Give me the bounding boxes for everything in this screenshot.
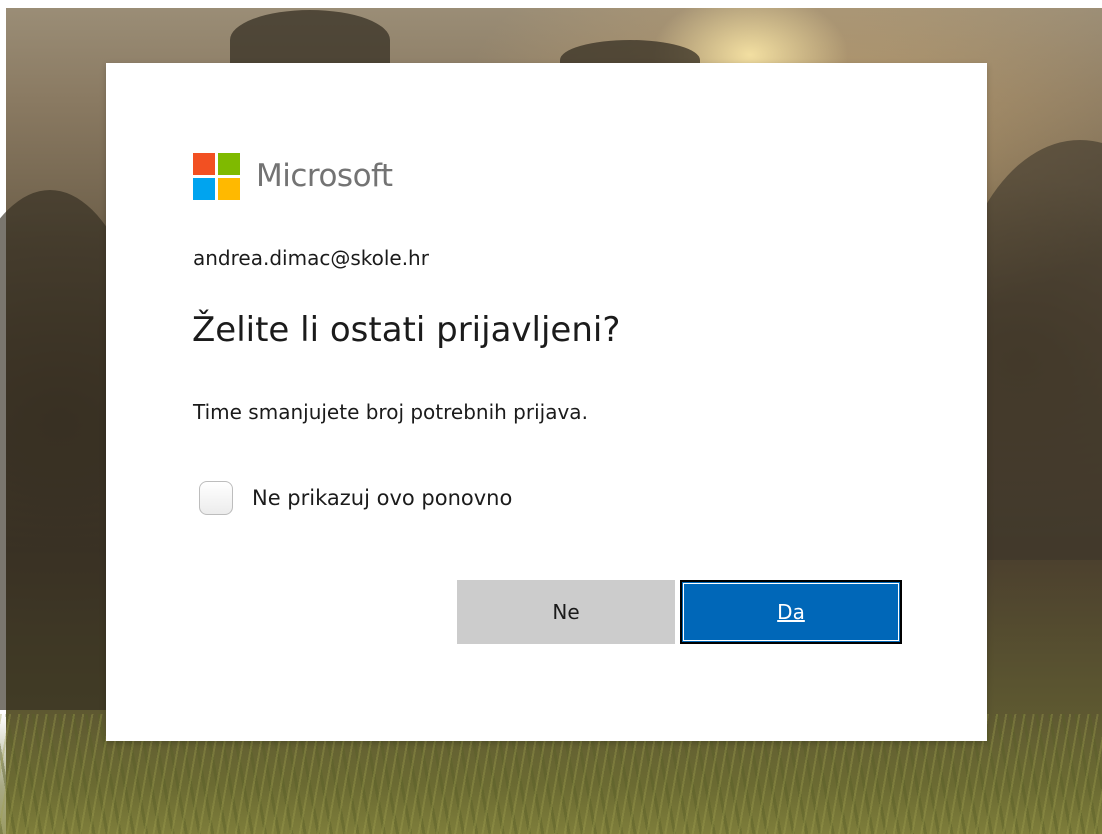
logo-square-blue — [193, 177, 215, 200]
no-button[interactable]: Ne — [457, 580, 675, 644]
logo-square-green — [218, 152, 240, 175]
yes-button[interactable]: Da — [680, 580, 902, 644]
checkbox-label: Ne prikazuj ovo ponovno — [252, 486, 513, 510]
top-border — [0, 0, 1102, 8]
distant-hill — [230, 10, 390, 70]
account-email: andrea.dimac@skole.hr — [193, 246, 429, 270]
microsoft-logo-icon — [193, 152, 240, 200]
dialog-title: Želite li ostati prijavljeni? — [192, 310, 621, 350]
dialog-description: Time smanjujete broj potrebnih prijava. — [193, 400, 588, 424]
microsoft-brand: Microsoft — [193, 152, 393, 200]
stay-signed-in-dialog: Microsoft andrea.dimac@skole.hr Želite l… — [106, 63, 987, 741]
dont-show-again-checkbox[interactable] — [199, 481, 233, 515]
logo-square-yellow — [218, 177, 240, 200]
dont-show-again-option[interactable]: Ne prikazuj ovo ponovno — [199, 481, 512, 515]
background-scene: Microsoft andrea.dimac@skole.hr Želite l… — [0, 0, 1102, 834]
logo-square-red — [193, 152, 215, 175]
brand-name: Microsoft — [256, 158, 393, 194]
